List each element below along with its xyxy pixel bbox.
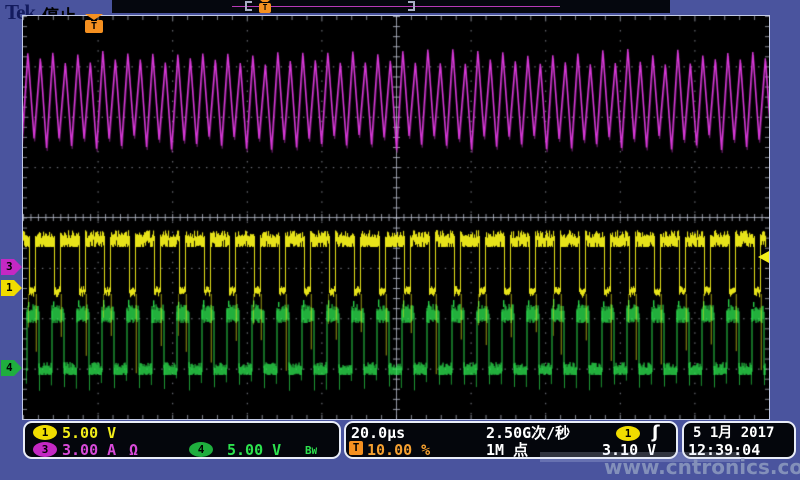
ch1-scale-readout: 5.00 V	[62, 425, 116, 441]
date-readout: 5 1月 2017	[693, 425, 774, 441]
graticule	[22, 15, 770, 420]
record-window-bracket-right[interactable]	[408, 1, 415, 11]
scope-screen: Tek 停止 T T 3 1 4 1 5.00 V 3 3.00 A Ω 4 5…	[0, 0, 800, 480]
ch3-scale-readout: 3.00 A	[62, 442, 116, 458]
trigger-position-t-icon: T	[85, 20, 103, 33]
ch4-bandwidth-badge: BW	[305, 443, 317, 460]
ch4-scale-readout: 5.00 V	[227, 442, 281, 458]
trigger-position-marker[interactable]: T	[85, 14, 103, 34]
ch1-ground-marker[interactable]: 1	[1, 280, 22, 296]
trigger-t-badge: T	[349, 441, 363, 455]
record-view-bar: T	[112, 0, 670, 13]
record-trigger-marker[interactable]: T	[259, 0, 272, 13]
record-view-line	[232, 6, 560, 7]
channel-readout-panel[interactable]: 1 5.00 V 3 3.00 A Ω 4 5.00 V BW	[23, 421, 341, 459]
horizontal-scale-readout: 20.0μs	[351, 425, 405, 441]
ch3-ground-marker[interactable]: 3	[1, 259, 22, 275]
ch4-badge[interactable]: 4	[189, 442, 213, 457]
trigger-level-arrow-icon[interactable]	[758, 251, 769, 263]
record-window-bracket-left[interactable]	[245, 1, 252, 11]
record-trigger-t-icon: T	[259, 3, 271, 13]
ch3-badge[interactable]: 3	[33, 442, 57, 457]
trigger-slope-icon: ʃ	[652, 425, 659, 441]
waveform-canvas	[23, 16, 769, 419]
ch3-coupling-readout: Ω	[129, 442, 138, 458]
record-length-readout: 1M 点	[486, 442, 528, 458]
trigger-source-badge[interactable]: 1	[616, 426, 640, 441]
ch4-ground-marker[interactable]: 4	[1, 360, 22, 376]
watermark: www.cntronics.com	[604, 455, 800, 479]
trigger-position-readout: 10.00 %	[367, 442, 430, 458]
ch1-badge[interactable]: 1	[33, 425, 57, 440]
sample-rate-readout: 2.50G次/秒	[486, 425, 570, 441]
